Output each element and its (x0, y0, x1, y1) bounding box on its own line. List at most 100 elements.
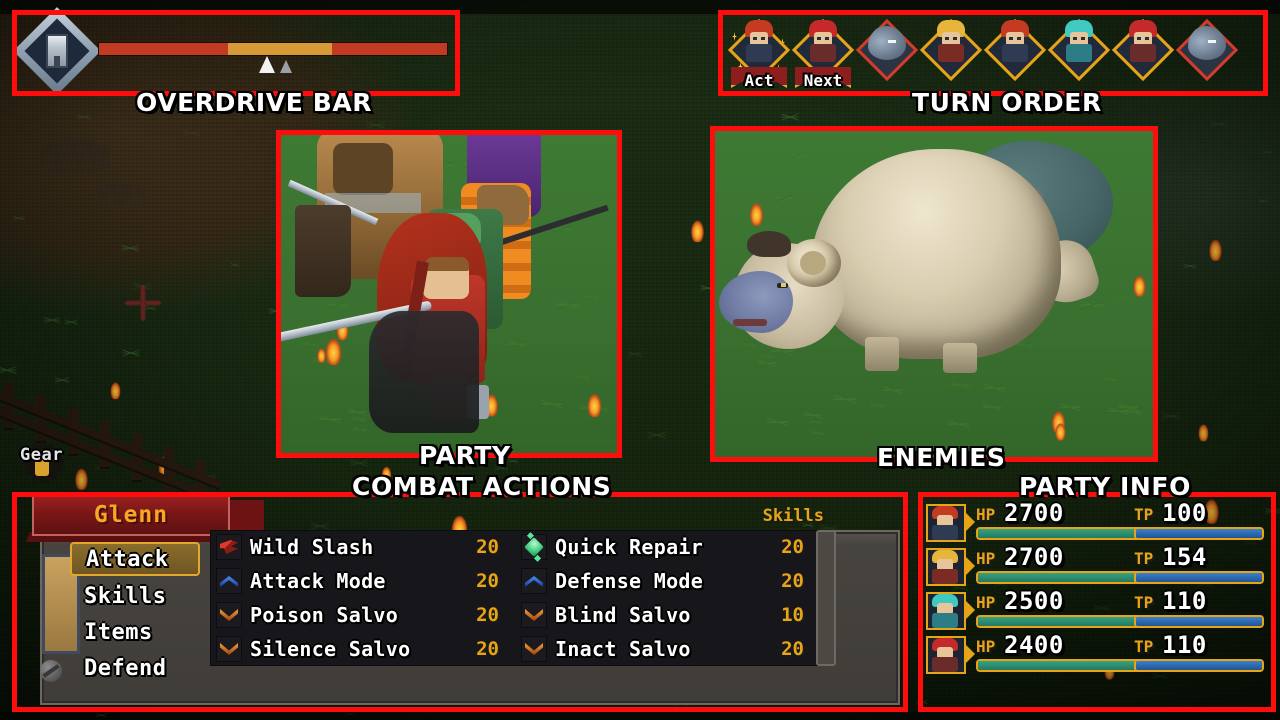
turn-portrait (997, 20, 1033, 64)
grass-tuft (775, 187, 793, 209)
screw-icon (40, 660, 62, 682)
hp-value: 2400 (1004, 631, 1064, 659)
skill-name: Inact Salvo (555, 637, 691, 661)
orange-chevron-down-icon-glyph (525, 609, 543, 621)
grass-tuft (883, 378, 903, 401)
grass-tuft (766, 409, 789, 435)
action-menu-item-attack[interactable]: Attack (70, 542, 200, 576)
action-menu-item-skills[interactable]: Skills (70, 578, 236, 614)
party-portrait (926, 591, 975, 631)
turn-portrait (805, 20, 841, 64)
grass-tuft (790, 146, 806, 164)
gear-label: Gear (20, 445, 63, 465)
orange-chevron-down-icon (521, 602, 547, 628)
portrait-body (932, 613, 958, 628)
grass-tuft (948, 411, 970, 436)
flame-decor (73, 464, 89, 491)
fence-post (100, 421, 110, 467)
annotation-label-party-info: PARTY INFO (1019, 472, 1191, 501)
turn-order-slot-serai[interactable]: Next (791, 18, 855, 90)
party-info-row-kabbu[interactable]: HP 2700 TP 154 (926, 543, 1268, 588)
tp-value: 154 (1162, 543, 1207, 571)
grass-tuft (541, 391, 563, 417)
hp-bar (976, 659, 1144, 672)
portrait-arrow-icon (964, 643, 975, 665)
enemy-field (715, 131, 1153, 457)
ground-rock (40, 140, 110, 174)
enemy-yak-body[interactable] (811, 149, 1061, 359)
skills-grid: Wild Slash 20 Quick Repair 20 Attack Mode 20 D… (210, 530, 820, 666)
turn-portrait (1125, 20, 1161, 64)
grass-tuft (347, 401, 367, 423)
blue-chevron-up-icon (216, 568, 242, 594)
portrait-frame (926, 592, 966, 630)
portrait-eyes (753, 37, 765, 40)
portrait-arrow-icon (964, 511, 975, 533)
orange-chevron-down-icon-glyph (525, 643, 543, 655)
portrait-eyes (817, 37, 829, 40)
turn-order-slot-wolf-1[interactable] (855, 18, 919, 88)
skill-row[interactable]: Quick Repair 20 (515, 530, 820, 564)
hp-value: 2700 (1004, 499, 1064, 527)
skill-row[interactable]: Attack Mode 20 (210, 564, 515, 598)
skill-row[interactable]: Silence Salvo 20 (210, 632, 515, 666)
flame-decor (1131, 270, 1147, 297)
grass-tuft (54, 371, 69, 389)
combat-actions-menu: Glenn Attack Skills Items Defend Skills Wil… (12, 492, 908, 712)
tp-label: TP (1134, 549, 1154, 568)
grass-tuft (1104, 371, 1118, 387)
skills-scrollbar[interactable] (816, 530, 836, 666)
overdrive-segment-low (99, 43, 228, 55)
overdrive-current-marker-icon (259, 56, 275, 73)
grass-tuft (585, 289, 599, 305)
tp-value: 110 (1162, 587, 1207, 615)
overdrive-meter[interactable] (98, 42, 448, 56)
portrait-frame (926, 636, 966, 674)
flame-decor (586, 388, 604, 418)
turn-order-slot-kabbu[interactable] (919, 18, 983, 88)
battle-screen: Gear Act Next Glenn Attack Skills Items … (0, 0, 1280, 720)
party-info-row-glenn[interactable]: HP 2700 TP 100 (926, 499, 1268, 544)
hp-bar-fill (978, 573, 1142, 582)
action-menu-item-items[interactable]: Items (70, 614, 236, 650)
enemy-yak-horn (787, 239, 841, 287)
party-info-row-serai[interactable]: HP 2400 TP 110 (926, 631, 1268, 676)
party-hero-hair (425, 257, 469, 271)
turn-order-slot-serai-2[interactable] (1111, 18, 1175, 88)
party-field (281, 135, 617, 453)
enemy-eye (1208, 40, 1216, 43)
party-info-row-triangle[interactable]: HP 2500 TP 110 (926, 587, 1268, 632)
annotation-label-enemies: ENEMIES (877, 443, 1006, 472)
hp-group: HP 2700 (976, 499, 1144, 543)
hp-bar-fill (978, 661, 1142, 670)
skill-cost: 20 (476, 638, 499, 660)
grass-tuft (1115, 289, 1130, 306)
skill-row[interactable]: Inact Salvo 20 (515, 632, 820, 666)
hp-bar (976, 615, 1144, 628)
turn-order-slot-glenn[interactable]: Act (727, 18, 791, 90)
skill-cost: 20 (781, 638, 804, 660)
grass-tuft (64, 314, 78, 330)
turn-order-slot-glenn-2[interactable] (983, 18, 1047, 88)
skill-row[interactable]: Blind Salvo 10 (515, 598, 820, 632)
flame-decor (1197, 420, 1210, 442)
portrait-eyes (1137, 37, 1149, 40)
action-menu-column: Attack Skills Items Defend (70, 542, 236, 686)
grass-tuft (811, 424, 825, 441)
grass-tuft (647, 423, 667, 446)
turn-order-slot-wolf-2[interactable] (1175, 18, 1239, 88)
grass-tuft (327, 294, 347, 317)
skill-row[interactable]: Wild Slash 20 (210, 530, 515, 564)
turn-order-slot-triangle[interactable] (1047, 18, 1111, 88)
portrait-body (810, 44, 836, 62)
skill-row[interactable]: Poison Salvo 20 (210, 598, 515, 632)
skill-row[interactable]: Defense Mode 20 (515, 564, 820, 598)
action-menu-item-defend[interactable]: Defend (70, 650, 230, 686)
enemy-portrait (1188, 26, 1226, 60)
orange-chevron-down-icon-glyph (220, 643, 238, 655)
grass-tuft (319, 405, 341, 432)
orange-chevron-down-icon (216, 636, 242, 662)
portrait-eyes (1073, 37, 1085, 40)
grass-tuft (803, 404, 823, 427)
annotation-label-turn-order: TURN ORDER (912, 88, 1102, 117)
